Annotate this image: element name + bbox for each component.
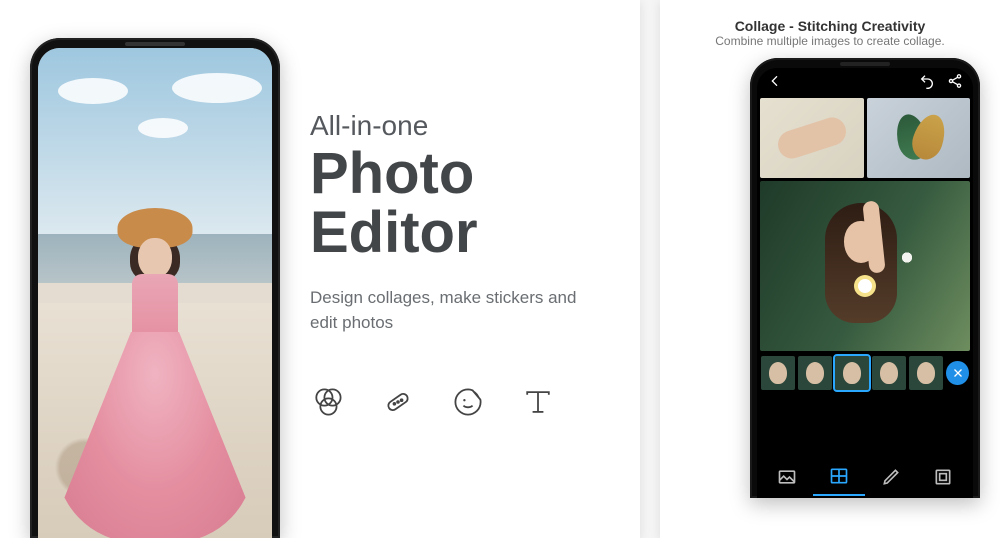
phone-screen-photo — [38, 48, 272, 538]
collage-layout-icon — [829, 466, 849, 486]
nav-layout[interactable] — [813, 458, 865, 496]
photo-sky — [38, 48, 272, 234]
back-icon[interactable] — [767, 73, 783, 94]
image-icon — [777, 467, 797, 487]
text-icon — [520, 384, 556, 425]
border-icon — [933, 467, 953, 487]
phone-mockup-right — [750, 58, 980, 498]
collage-top-row — [757, 98, 973, 178]
nav-edit[interactable] — [865, 458, 917, 496]
edit-icon — [881, 467, 901, 487]
undo-icon[interactable] — [919, 73, 935, 94]
collage-editor-screen — [757, 68, 973, 498]
phone-mockup-left — [30, 38, 280, 538]
close-icon — [951, 366, 965, 380]
sticker-icon — [450, 384, 486, 425]
nav-image[interactable] — [761, 458, 813, 496]
photo-sea — [38, 234, 272, 283]
collage-cell-portrait[interactable] — [760, 181, 970, 351]
promo-panel-collage: Collage - Stitching Creativity Combine m… — [660, 0, 1000, 538]
thumbnail-5[interactable] — [909, 356, 943, 390]
promo-copy: All-in-one Photo Editor Design collages,… — [280, 20, 610, 538]
collage-cell-leaves[interactable] — [867, 98, 971, 178]
share-icon[interactable] — [947, 73, 963, 94]
bottom-nav — [757, 458, 973, 498]
promo-panel-all-in-one: All-in-one Photo Editor Design collages,… — [0, 0, 640, 538]
editor-top-bar — [757, 68, 973, 98]
thumbnail-strip — [757, 351, 973, 395]
looks-icon — [310, 384, 346, 425]
collage-title: Collage - Stitching Creativity — [715, 18, 944, 34]
delete-button[interactable] — [946, 361, 969, 385]
thumbnail-3[interactable] — [835, 356, 869, 390]
nav-border[interactable] — [917, 458, 969, 496]
promo-kicker: All-in-one — [310, 110, 610, 142]
thumbnail-1[interactable] — [761, 356, 795, 390]
promo-heading: Photo Editor — [310, 144, 610, 262]
heal-icon — [380, 384, 416, 425]
photo-wall — [38, 283, 272, 538]
collage-subtitle: Combine multiple images to create collag… — [715, 34, 944, 48]
collage-cell-hands[interactable] — [760, 98, 864, 178]
thumbnail-4[interactable] — [872, 356, 906, 390]
portrait-subject — [826, 203, 896, 323]
collage-header: Collage - Stitching Creativity Combine m… — [715, 18, 944, 48]
promo-subheading: Design collages, make stickers and edit … — [310, 286, 590, 335]
thumbnail-2[interactable] — [798, 356, 832, 390]
tool-icon-row — [310, 384, 610, 425]
